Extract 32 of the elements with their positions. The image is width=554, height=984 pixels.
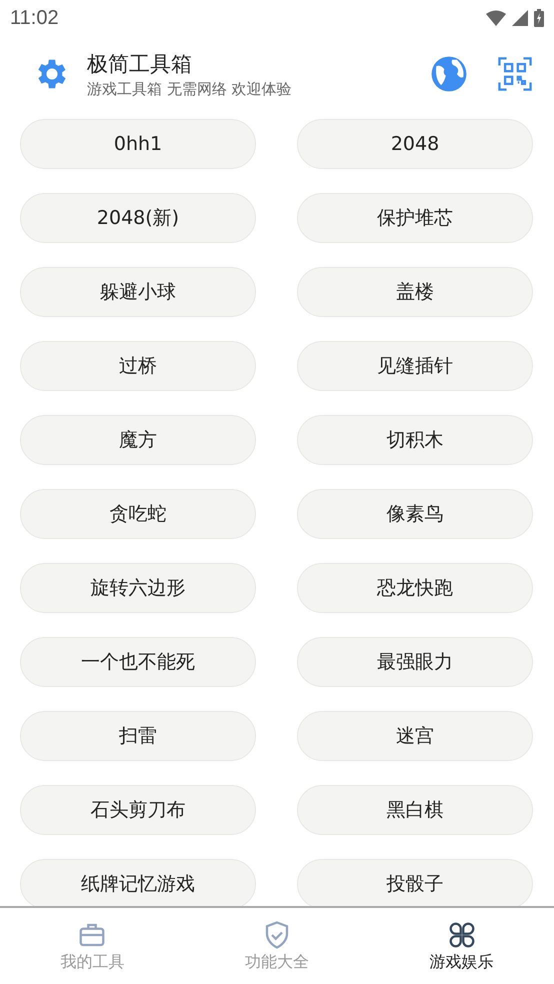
game-button[interactable]: 像素鸟 (297, 489, 533, 539)
globe-icon[interactable] (430, 55, 468, 93)
game-button[interactable]: 迷宫 (297, 711, 533, 761)
game-button[interactable]: 2048(新) (20, 193, 256, 243)
game-button[interactable]: 见缝插针 (297, 341, 533, 391)
game-button[interactable]: 盖楼 (297, 267, 533, 317)
game-button[interactable]: 恐龙快跑 (297, 563, 533, 613)
signal-icon (512, 10, 528, 26)
clover-icon (446, 920, 477, 950)
game-button[interactable]: 躲避小球 (20, 267, 256, 317)
battery-icon (534, 9, 544, 27)
game-button[interactable]: 纸牌记忆游戏 (20, 859, 256, 906)
game-button[interactable]: 0hh1 (20, 119, 256, 169)
game-button[interactable]: 贪吃蛇 (20, 489, 256, 539)
game-button[interactable]: 黑白棋 (297, 785, 533, 835)
status-time: 11:02 (10, 6, 59, 30)
game-button[interactable]: 过桥 (20, 341, 256, 391)
game-button[interactable]: 2048 (297, 119, 533, 169)
game-button[interactable]: 最强眼力 (297, 637, 533, 687)
game-button[interactable]: 切积木 (297, 415, 533, 465)
game-button[interactable]: 石头剪刀布 (20, 785, 256, 835)
game-button[interactable]: 魔方 (20, 415, 256, 465)
game-button[interactable]: 旋转六边形 (20, 563, 256, 613)
game-button[interactable]: 保护堆芯 (297, 193, 533, 243)
game-button[interactable]: 一个也不能死 (20, 637, 256, 687)
nav-tab[interactable]: 游戏娱乐 (369, 908, 554, 984)
game-button[interactable]: 扫雷 (20, 711, 256, 761)
game-button[interactable]: 投骰子 (297, 859, 533, 906)
app-subtitle: 游戏工具箱 无需网络 欢迎体验 (87, 80, 293, 98)
app-title: 极简工具箱 (87, 50, 193, 78)
wifi-icon (486, 10, 506, 26)
qr-scan-icon[interactable] (498, 57, 532, 91)
